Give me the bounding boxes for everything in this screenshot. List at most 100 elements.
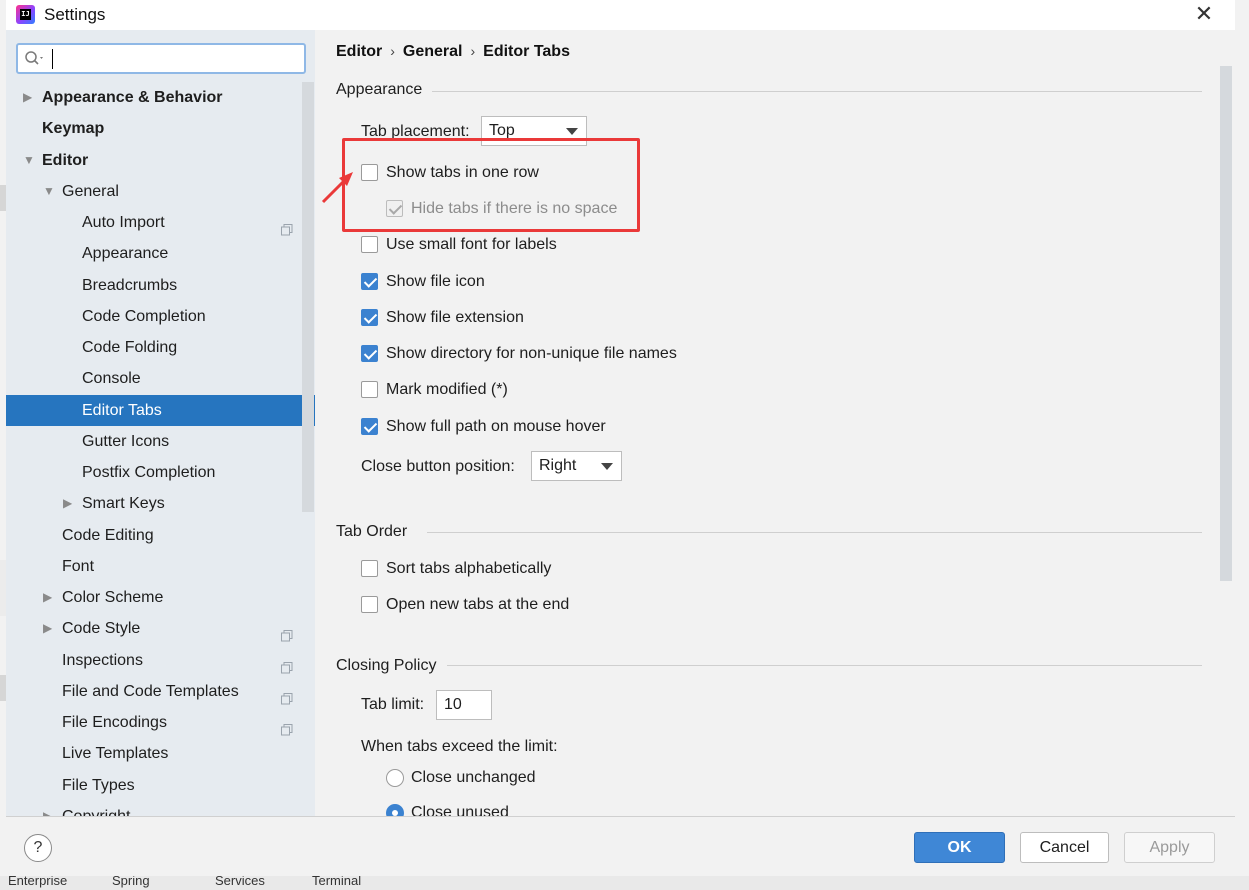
ok-button[interactable]: OK [914, 832, 1005, 863]
sidebar-item-label: Editor [42, 151, 89, 169]
breadcrumb-item: Editor Tabs [483, 43, 570, 60]
show-full-path-checkbox[interactable] [361, 418, 378, 435]
collapse-arrow-icon[interactable]: ▶ [63, 488, 72, 519]
sidebar-item-file-and-code-templates[interactable]: File and Code Templates [6, 676, 315, 707]
show-tabs-one-row-checkbox[interactable] [361, 164, 378, 181]
sidebar-item-code-editing[interactable]: Code Editing [6, 520, 315, 551]
apply-button[interactable]: Apply [1124, 832, 1215, 863]
sidebar-item-label: File Encodings [62, 714, 167, 731]
project-scope-icon [281, 654, 293, 673]
collapse-arrow-icon[interactable]: ▶ [43, 801, 52, 816]
sidebar-item-label: Inspections [62, 651, 143, 669]
use-small-font-checkbox[interactable] [361, 236, 378, 253]
background-tab-label: Services [215, 876, 265, 888]
sidebar-scrollbar[interactable] [302, 82, 314, 512]
tab-placement-select[interactable]: Top [481, 116, 587, 146]
sidebar-item-auto-import[interactable]: Auto Import [6, 207, 315, 238]
sidebar-item-label: General [62, 182, 119, 200]
sidebar-item-label: Auto Import [82, 214, 165, 231]
section-title-tab-order: Tab Order [336, 523, 408, 540]
sidebar-item-label: File Types [62, 776, 135, 794]
sidebar-item-code-style[interactable]: ▶ Code Style [6, 613, 315, 644]
sidebar-item-inspections[interactable]: Inspections [6, 645, 315, 676]
collapse-arrow-icon[interactable]: ▶ [23, 82, 32, 113]
sidebar-item-label: Postfix Completion [82, 464, 216, 481]
sidebar-item-editor-tabs[interactable]: Editor Tabs [6, 394, 315, 426]
show-file-icon-checkbox[interactable] [361, 273, 378, 290]
search-icon [25, 51, 43, 65]
hide-tabs-no-space-checkbox[interactable] [386, 200, 403, 217]
dialog-footer: ? OK Cancel Apply [6, 816, 1235, 876]
sidebar-item-live-templates[interactable]: Live Templates [6, 738, 315, 769]
sidebar-item-font[interactable]: Font [6, 551, 315, 582]
collapse-arrow-icon[interactable]: ▶ [43, 582, 52, 613]
sidebar-item-file-types[interactable]: File Types [6, 770, 315, 801]
sidebar-item-code-folding[interactable]: Code Folding [6, 332, 315, 363]
sidebar-item-postfix-completion[interactable]: Postfix Completion [6, 457, 315, 488]
section-title-appearance: Appearance [336, 81, 423, 98]
sidebar-item-label: Copyright [62, 801, 130, 816]
sidebar-item-appearance[interactable]: Appearance [6, 238, 315, 269]
breadcrumb-item[interactable]: Editor [336, 43, 382, 60]
title-bar: IJ Settings ✕ [6, 0, 1235, 30]
sidebar-item-general[interactable]: ▼ General [6, 176, 315, 207]
breadcrumb-item[interactable]: General [403, 43, 463, 60]
sidebar-item-file-encodings[interactable]: File Encodings [6, 707, 315, 738]
help-button[interactable]: ? [24, 834, 52, 862]
content-scrollbar[interactable] [1220, 66, 1232, 581]
red-arrow-annotation [321, 172, 353, 204]
sidebar-item-code-completion[interactable]: Code Completion [6, 301, 315, 332]
close-unchanged-radio[interactable] [386, 769, 404, 787]
sidebar-item-console[interactable]: Console [6, 363, 315, 394]
show-file-extension-checkbox[interactable] [361, 309, 378, 326]
sidebar-item-color-scheme[interactable]: ▶ Color Scheme [6, 582, 315, 613]
background-tab-label: Spring [112, 876, 150, 888]
mark-modified-checkbox[interactable] [361, 381, 378, 398]
cancel-button[interactable]: Cancel [1020, 832, 1109, 863]
section-divider [447, 665, 1202, 666]
sidebar-item-gutter-icons[interactable]: Gutter Icons [6, 426, 315, 457]
expand-arrow-icon[interactable]: ▼ [23, 145, 35, 176]
sidebar-item-appearance-behavior[interactable]: ▶ Appearance & Behavior [6, 82, 315, 113]
show-full-path-label: Show full path on mouse hover [386, 418, 606, 435]
sidebar-item-smart-keys[interactable]: ▶ Smart Keys [6, 488, 315, 519]
chevron-down-icon [566, 128, 578, 135]
close-button-position-select[interactable]: Right [531, 451, 622, 481]
open-at-end-checkbox[interactable] [361, 596, 378, 613]
exceed-limit-label: When tabs exceed the limit: [361, 738, 558, 755]
sidebar-item-copyright[interactable]: ▶ Copyright [6, 801, 315, 816]
sidebar-item-label: Keymap [42, 120, 105, 138]
close-icon[interactable]: ✕ [1192, 3, 1216, 27]
sort-tabs-checkbox[interactable] [361, 560, 378, 577]
background-tool-window-bar: Enterprise Spring Services Terminal [0, 876, 1249, 890]
background-tab-label: Enterprise [8, 876, 68, 888]
sidebar-item-editor[interactable]: ▼ Editor [6, 145, 315, 176]
sidebar-item-label: Live Templates [62, 745, 169, 763]
use-small-font-label: Use small font for labels [386, 236, 557, 253]
settings-content: Editor › General › Editor Tabs Appearance Ta… [315, 30, 1235, 816]
show-directory-label: Show directory for non-unique file names [386, 345, 677, 362]
sidebar-item-label: Console [82, 370, 141, 388]
sidebar-item-label: Editor Tabs [82, 401, 162, 419]
background-tab-label: Terminal [312, 876, 362, 888]
expand-arrow-icon[interactable]: ▼ [43, 176, 55, 207]
search-field[interactable] [16, 43, 306, 74]
sidebar-item-keymap[interactable]: Keymap [6, 113, 315, 144]
sidebar-item-label: File and Code Templates [62, 682, 239, 700]
chevron-down-icon [601, 463, 613, 470]
show-directory-checkbox[interactable] [361, 345, 378, 362]
sidebar-item-breadcrumbs[interactable]: Breadcrumbs [6, 270, 315, 301]
close-unused-label: Close unused [411, 804, 509, 816]
tab-placement-value: Top [489, 122, 515, 139]
sort-tabs-label: Sort tabs alphabetically [386, 560, 552, 577]
search-input[interactable] [52, 49, 292, 69]
close-unused-radio[interactable] [386, 804, 404, 816]
sidebar-item-label: Appearance & Behavior [42, 89, 223, 106]
tab-limit-input[interactable]: 10 [436, 690, 492, 720]
hide-tabs-no-space-label: Hide tabs if there is no space [411, 200, 618, 217]
project-scope-icon [281, 685, 293, 705]
collapse-arrow-icon[interactable]: ▶ [43, 613, 52, 644]
dialog-title: Settings [44, 5, 106, 24]
chevron-right-icon: › [470, 43, 476, 59]
tab-limit-label: Tab limit: [361, 696, 425, 713]
